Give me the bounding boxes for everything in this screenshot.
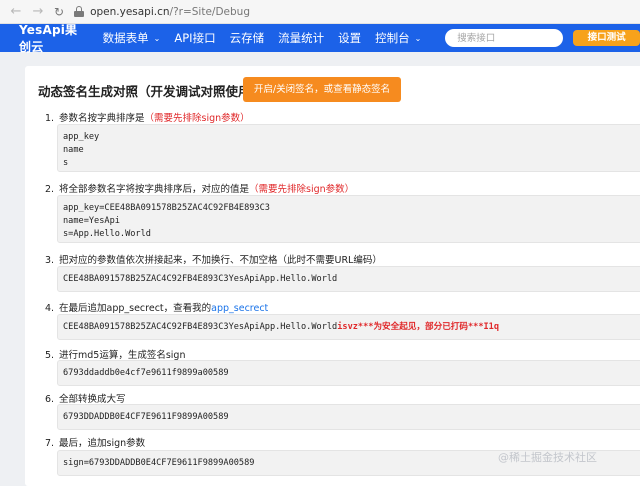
step-number: 2. [45, 184, 55, 195]
code-line: name [63, 145, 84, 155]
toggle-signature-button[interactable]: 开启/关闭签名，或查看静态签名 [243, 77, 401, 102]
masked-secret-start: isvz*** [337, 322, 374, 332]
lock-icon [74, 6, 85, 17]
nav-item-data-forms[interactable]: 数据表单 ⌄ [103, 30, 161, 46]
url-host: open.yesapi.cn [90, 5, 170, 18]
step-note: （需要先排除sign参数） [144, 113, 250, 124]
code-line: app_key [63, 132, 100, 142]
browser-address-bar: ← → ↻ open.yesapi.cn/?r=Site/Debug [0, 0, 640, 24]
step-5-label: 5. 进行md5运算，生成签名sign [45, 347, 185, 361]
nav-item-label: 控制台 [375, 31, 410, 45]
app-secret-link[interactable]: app_secrect [211, 303, 268, 314]
step-text: 把对应的参数值依次拼接起来，不加换行、不加空格（此时不需要URL编码） [59, 255, 382, 266]
step-1-code: app_key name s [57, 124, 640, 172]
debug-card: 动态签名生成对照（开发调试对照使用） 开启/关闭签名，或查看静态签名 1. 参数名… [25, 66, 640, 486]
step-note: （需要先排除sign参数） [249, 184, 355, 195]
nav-item-settings[interactable]: 设置 [338, 30, 361, 46]
step-2-code: app_key=CEE48BA091578B25ZAC4C92FB4E893C3… [57, 195, 640, 243]
step-number: 7. [45, 438, 55, 449]
step-text: 参数名按字典排序是 [59, 113, 145, 124]
nav-item-label: API接口 [174, 31, 216, 45]
nav-item-label: 云存储 [229, 31, 265, 45]
nav-item-api[interactable]: API接口 [174, 30, 215, 46]
step-text: 将全部参数名字将按字典排序后，对应的值是 [59, 184, 250, 195]
site-navbar: YesApi果创云 数据表单 ⌄ API接口 云存储 流量统计 设置 控制台 ⌄ 接… [0, 21, 640, 55]
nav-item-cloud-storage[interactable]: 云存储 [230, 30, 265, 46]
step-4-code: CEE48BA091578B25ZAC4C92FB4E893C3YesApiAp… [57, 314, 640, 340]
url-path: /?r=Site/Debug [169, 5, 250, 18]
api-test-button[interactable]: 接口测试 [573, 30, 640, 46]
code-line: CEE48BA091578B25ZAC4C92FB4E893C3YesApiAp… [63, 274, 338, 284]
step-number: 3. [45, 255, 55, 266]
masked-secret-end: ***I1q [467, 322, 500, 332]
back-arrow-icon[interactable]: ← [8, 4, 24, 20]
code-line: CEE48BA091578B25ZAC4C92FB4E893C3YesApiAp… [63, 321, 640, 334]
step-6-code: 6793DDADDB0E4CF7E9611F9899A00589 [57, 404, 640, 430]
step-1-label: 1. 参数名按字典排序是（需要先排除sign参数） [45, 110, 250, 124]
step-6-label: 6. 全部转换成大写 [45, 391, 126, 405]
chevron-down-icon: ⌄ [153, 33, 161, 43]
step-number: 1. [45, 113, 55, 124]
step-4-label: 4. 在最后追加app_secrect，查看我的app_secrect [45, 300, 268, 314]
reload-icon[interactable]: ↻ [54, 5, 64, 19]
chevron-down-icon: ⌄ [414, 33, 422, 43]
step-number: 4. [45, 303, 55, 314]
step-3-code: CEE48BA091578B25ZAC4C92FB4E893C3YesApiAp… [57, 266, 640, 292]
forward-arrow-icon[interactable]: → [30, 4, 46, 20]
step-5-code: 6793ddaddb0e4cf7e9611f9899a00589 [57, 360, 640, 386]
step-text: 最后，追加sign参数 [59, 438, 146, 449]
code-line: name=YesApi [63, 216, 120, 226]
code-line: 6793ddaddb0e4cf7e9611f9899a00589 [63, 368, 229, 378]
search-input[interactable] [445, 29, 564, 47]
step-number: 5. [45, 350, 55, 361]
brand-logo[interactable]: YesApi果创云 [19, 21, 85, 55]
nav-item-traffic-stats[interactable]: 流量统计 [278, 30, 324, 46]
watermark: @稀土掘金技术社区 [498, 451, 597, 464]
code-line: app_key=CEE48BA091578B25ZAC4C92FB4E893C3 [63, 203, 270, 213]
masked-secret-note: 为安全起见，部分已打码 [373, 322, 468, 332]
step-number: 6. [45, 394, 55, 405]
step-3-label: 3. 把对应的参数值依次拼接起来，不加换行、不加空格（此时不需要URL编码） [45, 252, 382, 266]
step-7-label: 7. 最后，追加sign参数 [45, 435, 145, 449]
code-line: s [63, 158, 69, 168]
page-title: 动态签名生成对照（开发调试对照使用） [38, 84, 264, 99]
nav-item-console[interactable]: 控制台 ⌄ [375, 30, 421, 46]
nav-item-label: 流量统计 [278, 31, 325, 45]
step-2-label: 2. 将全部参数名字将按字典排序后，对应的值是（需要先排除sign参数） [45, 181, 354, 195]
code-line: 6793DDADDB0E4CF7E9611F9899A00589 [63, 412, 229, 422]
nav-item-label: 数据表单 [102, 31, 149, 45]
code-line: s=App.Hello.World [63, 229, 151, 239]
url-field[interactable]: open.yesapi.cn/?r=Site/Debug [90, 6, 250, 18]
nav-item-label: 设置 [338, 31, 362, 45]
step-text: 在最后追加app_secrect，查看我的 [59, 303, 212, 314]
code-prefix: CEE48BA091578B25ZAC4C92FB4E893C3YesApiAp… [63, 322, 338, 332]
